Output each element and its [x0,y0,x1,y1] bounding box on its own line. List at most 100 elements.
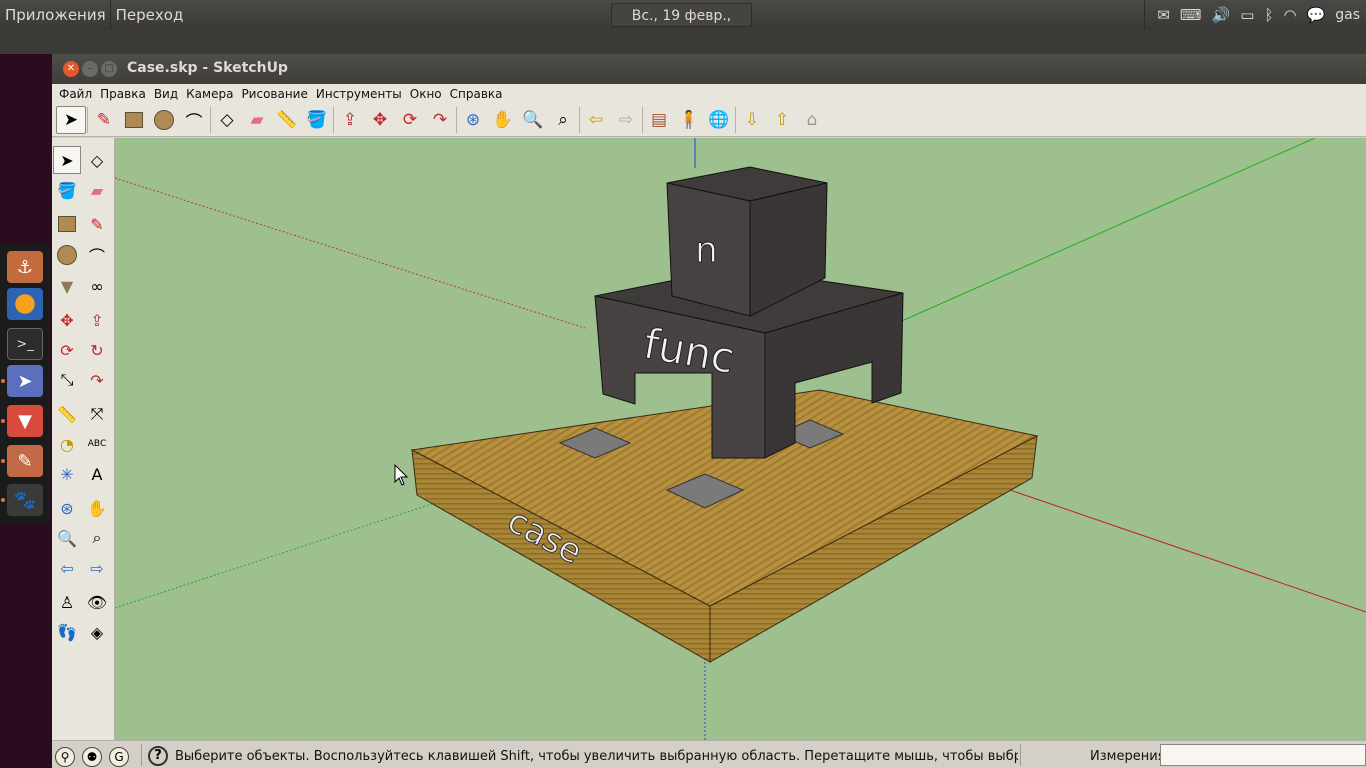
zoom-extents-tool-icon[interactable]: ⇨ [83,554,111,582]
rectangle-icon[interactable] [119,106,149,134]
eraser-icon[interactable]: ▰ [242,106,272,134]
sketchup-icon[interactable]: ➤ [7,365,43,397]
share-component-icon[interactable]: ⇧ [767,106,797,134]
dimension-tool-icon[interactable]: ⤧ [83,400,111,428]
drawing-viewport[interactable]: case func n [115,138,1366,740]
zoom-tool-icon[interactable]: 🔍 [53,524,81,552]
circle-tool-icon[interactable] [53,241,81,269]
orbit-icon[interactable]: ⊛ [458,106,488,134]
title-bar[interactable]: ✕ – □ Case.skp - SketchUp [52,54,1366,84]
status-bar: ⚲ ⚉ G ? Выберите объекты. Воспользуйтесь… [52,740,1366,768]
tape-tool-icon[interactable]: 📏 [53,400,81,428]
scale-tool-icon[interactable]: ⤡ [53,366,81,394]
rotate-tool-icon[interactable]: ⟳ [53,336,81,364]
sign-in-icon[interactable]: G [109,747,129,767]
geo-location-icon[interactable]: ⚲ [55,747,75,767]
main-toolbar: ➤ ✎ ⌒ ◇ ▰ 📏 🪣 ⇪ ✥ ⟳ ↷ ⊛ ✋ 🔍 ⌕ ⇦ ⇨ ▤ 🧍 🌐 … [52,104,1366,137]
look-around-tool-icon[interactable]: 👁 [83,588,111,616]
text-editor-icon[interactable]: ✎ [7,445,43,477]
followme-tool-icon[interactable]: ↻ [83,336,111,364]
wifi-icon[interactable]: ◠ [1283,6,1296,24]
close-button[interactable]: ✕ [63,61,79,77]
position-camera-tool-icon[interactable]: ♙ [53,588,81,616]
next-view-icon[interactable]: ⇨ [611,106,641,134]
previous-tool-icon[interactable]: ⇦ [53,554,81,582]
zoom-window-tool-icon[interactable]: ⌕ [83,524,111,552]
pencil-icon[interactable]: ✎ [89,106,119,134]
menu-edit[interactable]: Правка [96,84,150,104]
installer-icon[interactable]: ▼ [7,405,43,437]
select-tool-icon[interactable]: ➤ [53,146,81,174]
arc-tool-icon[interactable]: ⌒ [83,241,111,269]
menu-camera[interactable]: Камера [182,84,237,104]
menu-help[interactable]: Справка [446,84,507,104]
axes-tool-icon[interactable]: ✳ [53,460,81,488]
menu-file[interactable]: Файл [55,84,96,104]
follow-me-icon[interactable]: ↷ [425,106,455,134]
get-models-icon[interactable]: 🌐 [704,106,734,134]
3d-text-tool-icon[interactable]: A [83,460,111,488]
mouse-cursor-icon [394,464,408,486]
ubuntu-home-icon[interactable]: ⚓ [7,251,43,283]
preview-icon[interactable]: ⌂ [797,106,827,134]
eraser-tool-icon[interactable]: ▰ [83,176,111,204]
polygon-tool-icon[interactable]: ▼ [53,272,81,300]
applications-menu[interactable]: Приложения [0,0,111,30]
gimp-icon[interactable]: 🐾 [7,484,43,516]
pushpull-tool-icon[interactable]: ⇪ [83,306,111,334]
bluetooth-icon[interactable]: ᛒ [1264,6,1273,24]
protractor-tool-icon[interactable]: ◔ [53,430,81,458]
paint-tool-icon[interactable]: 🪣 [53,176,81,204]
battery-icon[interactable]: ▭ [1240,6,1254,24]
tape-measure-icon[interactable]: 📏 [272,106,302,134]
credits-icon[interactable]: ⚉ [82,747,102,767]
pan-icon[interactable]: ✋ [488,106,518,134]
measurements-input[interactable] [1160,744,1366,766]
user-name[interactable]: gas [1335,7,1360,23]
places-menu[interactable]: Переход [111,0,192,30]
green-axis [894,138,1316,325]
chat-icon[interactable]: 💬 [1307,6,1326,24]
section-tool-icon[interactable]: ◈ [83,618,111,646]
share-model-icon[interactable]: ⇩ [737,106,767,134]
make-component-icon[interactable]: ◇ [212,106,242,134]
push-pull-icon[interactable]: ⇪ [335,106,365,134]
section-plane-icon[interactable]: ▤ [644,106,674,134]
arc-icon[interactable]: ⌒ [179,106,209,134]
move-icon[interactable]: ✥ [365,106,395,134]
circle-icon[interactable] [149,106,179,134]
menu-draw[interactable]: Рисование [237,84,311,104]
previous-view-icon[interactable]: ⇦ [581,106,611,134]
maximize-button[interactable]: □ [101,61,117,77]
line-tool-icon[interactable]: ✎ [83,210,111,238]
minimize-button[interactable]: – [82,61,98,77]
select-icon[interactable]: ➤ [56,106,86,134]
n-label: n [695,230,718,271]
zoom-extents-icon[interactable]: ⌕ [548,106,578,134]
help-icon[interactable]: ? [148,746,168,766]
freehand-tool-icon[interactable]: ∞ [83,272,111,300]
firefox-icon[interactable] [7,288,43,320]
text-tool-icon[interactable]: ABC [83,430,111,458]
rotate-icon[interactable]: ⟳ [395,106,425,134]
rectangle-tool-icon[interactable] [53,210,81,238]
launcher: ⚓ >_ ➤ ▼ ✎ 🐾 [0,243,50,524]
offset-tool-icon[interactable]: ↷ [83,366,111,394]
sketchup-window: ✕ – □ Case.skp - SketchUp Файл Правка Ви… [52,54,1366,768]
mail-icon[interactable]: ✉ [1157,6,1170,24]
move-tool-icon[interactable]: ✥ [53,306,81,334]
clock[interactable]: Вс., 19 февр., 22:30 [611,3,752,48]
walk-tool-icon[interactable]: 👣 [53,618,81,646]
pan-tool-icon[interactable]: ✋ [83,494,111,522]
menu-window[interactable]: Окно [406,84,446,104]
menu-tools[interactable]: Инструменты [312,84,406,104]
orbit-tool-icon[interactable]: ⊛ [53,494,81,522]
terminal-icon[interactable]: >_ [7,328,43,360]
volume-icon[interactable]: 🔊 [1212,6,1231,24]
paint-bucket-icon[interactable]: 🪣 [302,106,332,134]
keyboard-icon[interactable]: ⌨ [1180,6,1202,24]
position-camera-icon[interactable]: 🧍 [674,106,704,134]
menu-view[interactable]: Вид [150,84,182,104]
zoom-icon[interactable]: 🔍 [518,106,548,134]
component-tool-icon[interactable]: ◇ [83,146,111,174]
